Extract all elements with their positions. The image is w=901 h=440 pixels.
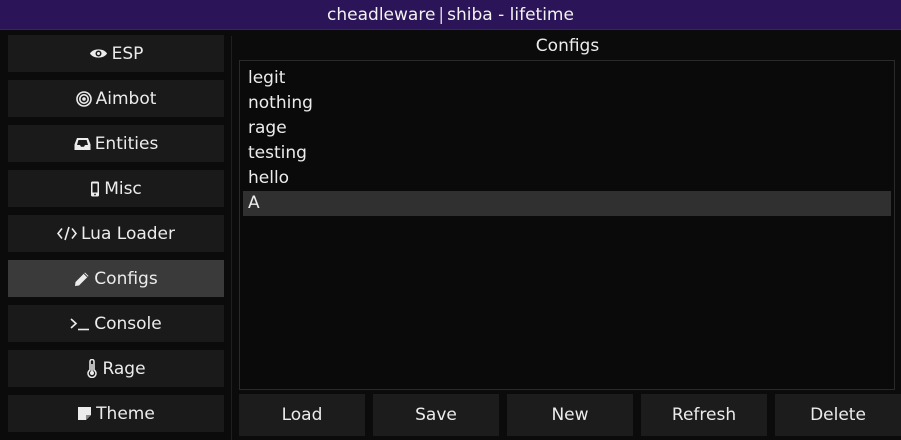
sidebar-item-label: Misc xyxy=(104,178,142,199)
new-button[interactable]: New xyxy=(507,394,633,436)
delete-button[interactable]: Delete xyxy=(775,394,901,436)
sidebar-item-label: Console xyxy=(94,313,162,334)
save-button[interactable]: Save xyxy=(373,394,499,436)
sidebar-item-theme[interactable]: Theme xyxy=(8,395,224,432)
sidebar-item-entities[interactable]: Entities xyxy=(8,125,224,162)
list-item[interactable]: rage xyxy=(243,116,891,141)
sidebar-item-console[interactable]: Console xyxy=(8,305,224,342)
sidebar-item-lua-loader[interactable]: Lua Loader xyxy=(8,215,224,252)
title-brand: cheadleware xyxy=(327,4,436,25)
sidebar-item-label: Aimbot xyxy=(95,88,157,109)
title-bar: cheadleware | shiba - lifetime xyxy=(0,0,901,30)
list-item[interactable]: legit xyxy=(243,66,891,91)
refresh-button[interactable]: Refresh xyxy=(641,394,767,436)
sidebar-item-misc[interactable]: Misc xyxy=(8,170,224,207)
eye-icon xyxy=(89,47,108,60)
mobile-icon xyxy=(90,181,100,197)
list-item[interactable]: testing xyxy=(243,141,891,166)
sidebar-item-aimbot[interactable]: Aimbot xyxy=(8,80,224,117)
sidebar-item-esp[interactable]: ESP xyxy=(8,35,224,72)
terminal-icon xyxy=(70,317,90,331)
sidebar-item-label: Theme xyxy=(96,403,155,424)
sidebar-item-label: ESP xyxy=(111,43,144,64)
list-item[interactable]: hello xyxy=(243,166,891,191)
panel-title: Configs xyxy=(535,36,600,56)
sidebar-item-label: Entities xyxy=(94,133,159,154)
list-item-selected[interactable]: A xyxy=(243,191,891,216)
list-item[interactable]: nothing xyxy=(243,91,891,116)
title-rest: shiba - lifetime xyxy=(447,4,574,25)
thermometer-icon xyxy=(86,359,98,378)
sidebar-item-rage[interactable]: Rage xyxy=(8,350,224,387)
sidebar: ESP Aimbot Entities Misc Lua Loader Conf… xyxy=(8,35,224,440)
inbox-icon xyxy=(74,137,91,151)
sidebar-item-configs[interactable]: Configs xyxy=(8,260,224,297)
pencil-icon xyxy=(74,271,90,287)
code-icon xyxy=(57,226,77,241)
load-button[interactable]: Load xyxy=(239,394,365,436)
target-icon xyxy=(75,90,92,107)
note-icon xyxy=(77,406,92,421)
config-list[interactable]: legit nothing rage testing hello A xyxy=(239,60,895,390)
panel-divider xyxy=(231,36,232,440)
sidebar-item-label: Rage xyxy=(102,358,146,379)
sidebar-item-label: Configs xyxy=(94,268,158,289)
sidebar-item-label: Lua Loader xyxy=(81,223,175,244)
title-separator: | xyxy=(438,4,445,25)
